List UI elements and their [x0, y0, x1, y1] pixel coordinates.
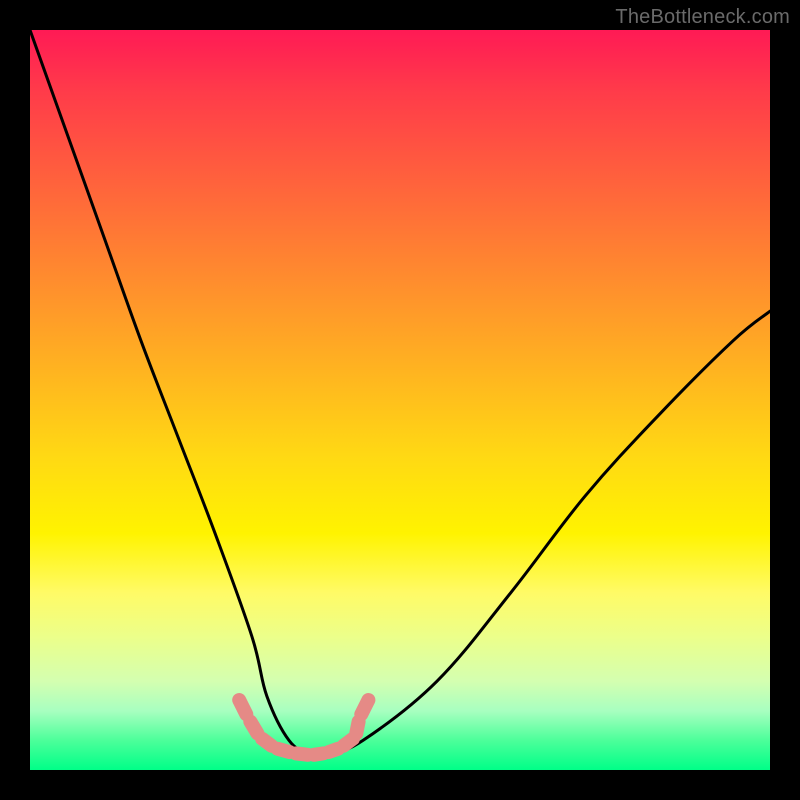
sample-mark-segment: [250, 722, 257, 734]
sample-mark-segment: [356, 722, 358, 734]
sample-mark-segment: [239, 700, 246, 714]
sample-mark-segment: [296, 753, 308, 754]
sample-mark-segment: [278, 749, 290, 752]
sample-mark-segment: [329, 749, 338, 752]
sample-mark-segment: [361, 700, 368, 714]
plot-area: [30, 30, 770, 770]
sample-marks: [239, 700, 368, 755]
sample-mark-segment: [262, 739, 271, 746]
chart-frame: TheBottleneck.com: [0, 0, 800, 800]
bottleneck-curve-path: [30, 30, 770, 757]
sample-mark-segment: [343, 739, 352, 746]
bottleneck-curve: [30, 30, 770, 757]
chart-svg: [30, 30, 770, 770]
watermark: TheBottleneck.com: [615, 6, 790, 29]
